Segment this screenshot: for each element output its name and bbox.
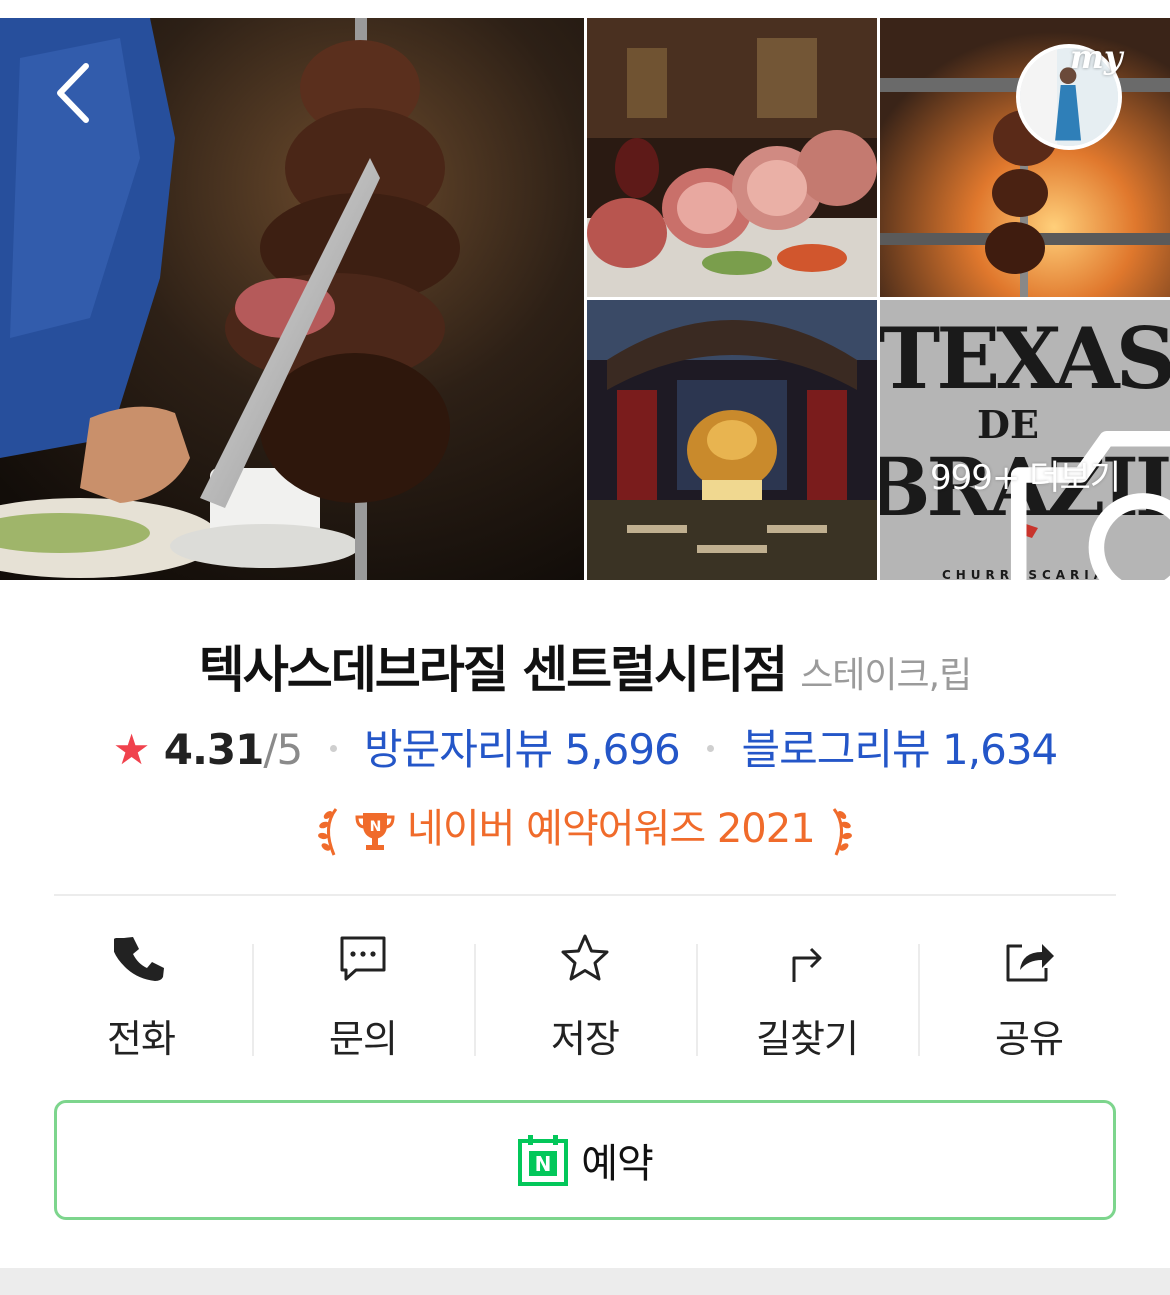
- share-icon: [1006, 944, 1054, 982]
- directions-icon: [792, 947, 822, 982]
- award-badge[interactable]: N 네이버 예약어워즈 2021: [0, 796, 1170, 859]
- reserve-label: 예약: [581, 1141, 654, 1187]
- award-label: 네이버 예약어워즈 2021: [407, 806, 816, 852]
- call-label: 전화: [107, 1017, 176, 1061]
- blog-reviews-link[interactable]: 블로그리뷰 1,634: [741, 725, 1058, 774]
- place-category: 스테이크,립: [800, 655, 972, 696]
- laurel-left-icon: [317, 808, 337, 856]
- inquiry-label: 문의: [329, 1017, 398, 1061]
- more-photos-overlay[interactable]: 999+ 더보기: [880, 300, 1170, 580]
- directions-label: 길찾기: [756, 1017, 859, 1061]
- separator-dot: [329, 745, 337, 752]
- chat-icon: [340, 936, 386, 981]
- back-button[interactable]: [50, 60, 100, 126]
- save-button[interactable]: 저장: [474, 930, 696, 1061]
- place-name: 텍사스데브라질 센트럴시티점: [198, 641, 788, 699]
- svg-text:N: N: [535, 1152, 552, 1176]
- photo-gallery: TEXAS DE BRAZIL CHURRASCARIA 999+ 더보기 my: [0, 0, 1170, 580]
- stats-row: ★ 4.31/5 방문자리뷰 5,696 블로그리뷰 1,634: [0, 716, 1170, 777]
- share-button[interactable]: 공유: [918, 930, 1140, 1061]
- section-separator: [0, 1268, 1170, 1295]
- more-photos-label: 999+ 더보기: [929, 458, 1121, 498]
- laurel-right-icon: [833, 808, 853, 856]
- star-outline-icon: [561, 934, 609, 981]
- my-badge: my: [1070, 38, 1123, 76]
- title-row: 텍사스데브라질 센트럴시티점 스테이크,립: [0, 630, 1170, 702]
- naver-booking-icon: N: [518, 1135, 569, 1186]
- separator-dot: [707, 745, 715, 752]
- photo-logo-more[interactable]: TEXAS DE BRAZIL CHURRASCARIA 999+ 더보기: [880, 300, 1170, 580]
- action-bar: 전화 문의 저장 길찾기 공유: [30, 930, 1140, 1061]
- chevron-left-icon: [57, 63, 89, 123]
- rating-star-icon: ★: [112, 725, 151, 774]
- visitor-reviews-link[interactable]: 방문자리뷰 5,696: [364, 725, 681, 774]
- rating-max: /5: [263, 725, 303, 774]
- directions-button[interactable]: 길찾기: [696, 930, 918, 1061]
- svg-text:N: N: [370, 819, 381, 835]
- photo-meat-slices[interactable]: [587, 18, 877, 297]
- trophy-icon: N: [355, 813, 395, 850]
- call-button[interactable]: 전화: [30, 930, 252, 1061]
- photo-interior[interactable]: [587, 300, 877, 580]
- reserve-button[interactable]: N 예약: [54, 1100, 1116, 1220]
- inquiry-button[interactable]: 문의: [252, 930, 474, 1061]
- rating-value: 4.31: [163, 725, 265, 774]
- phone-icon: [114, 937, 164, 981]
- share-label: 공유: [995, 1017, 1064, 1061]
- divider: [54, 894, 1116, 896]
- photo-grill[interactable]: [880, 18, 1170, 297]
- save-label: 저장: [551, 1017, 620, 1061]
